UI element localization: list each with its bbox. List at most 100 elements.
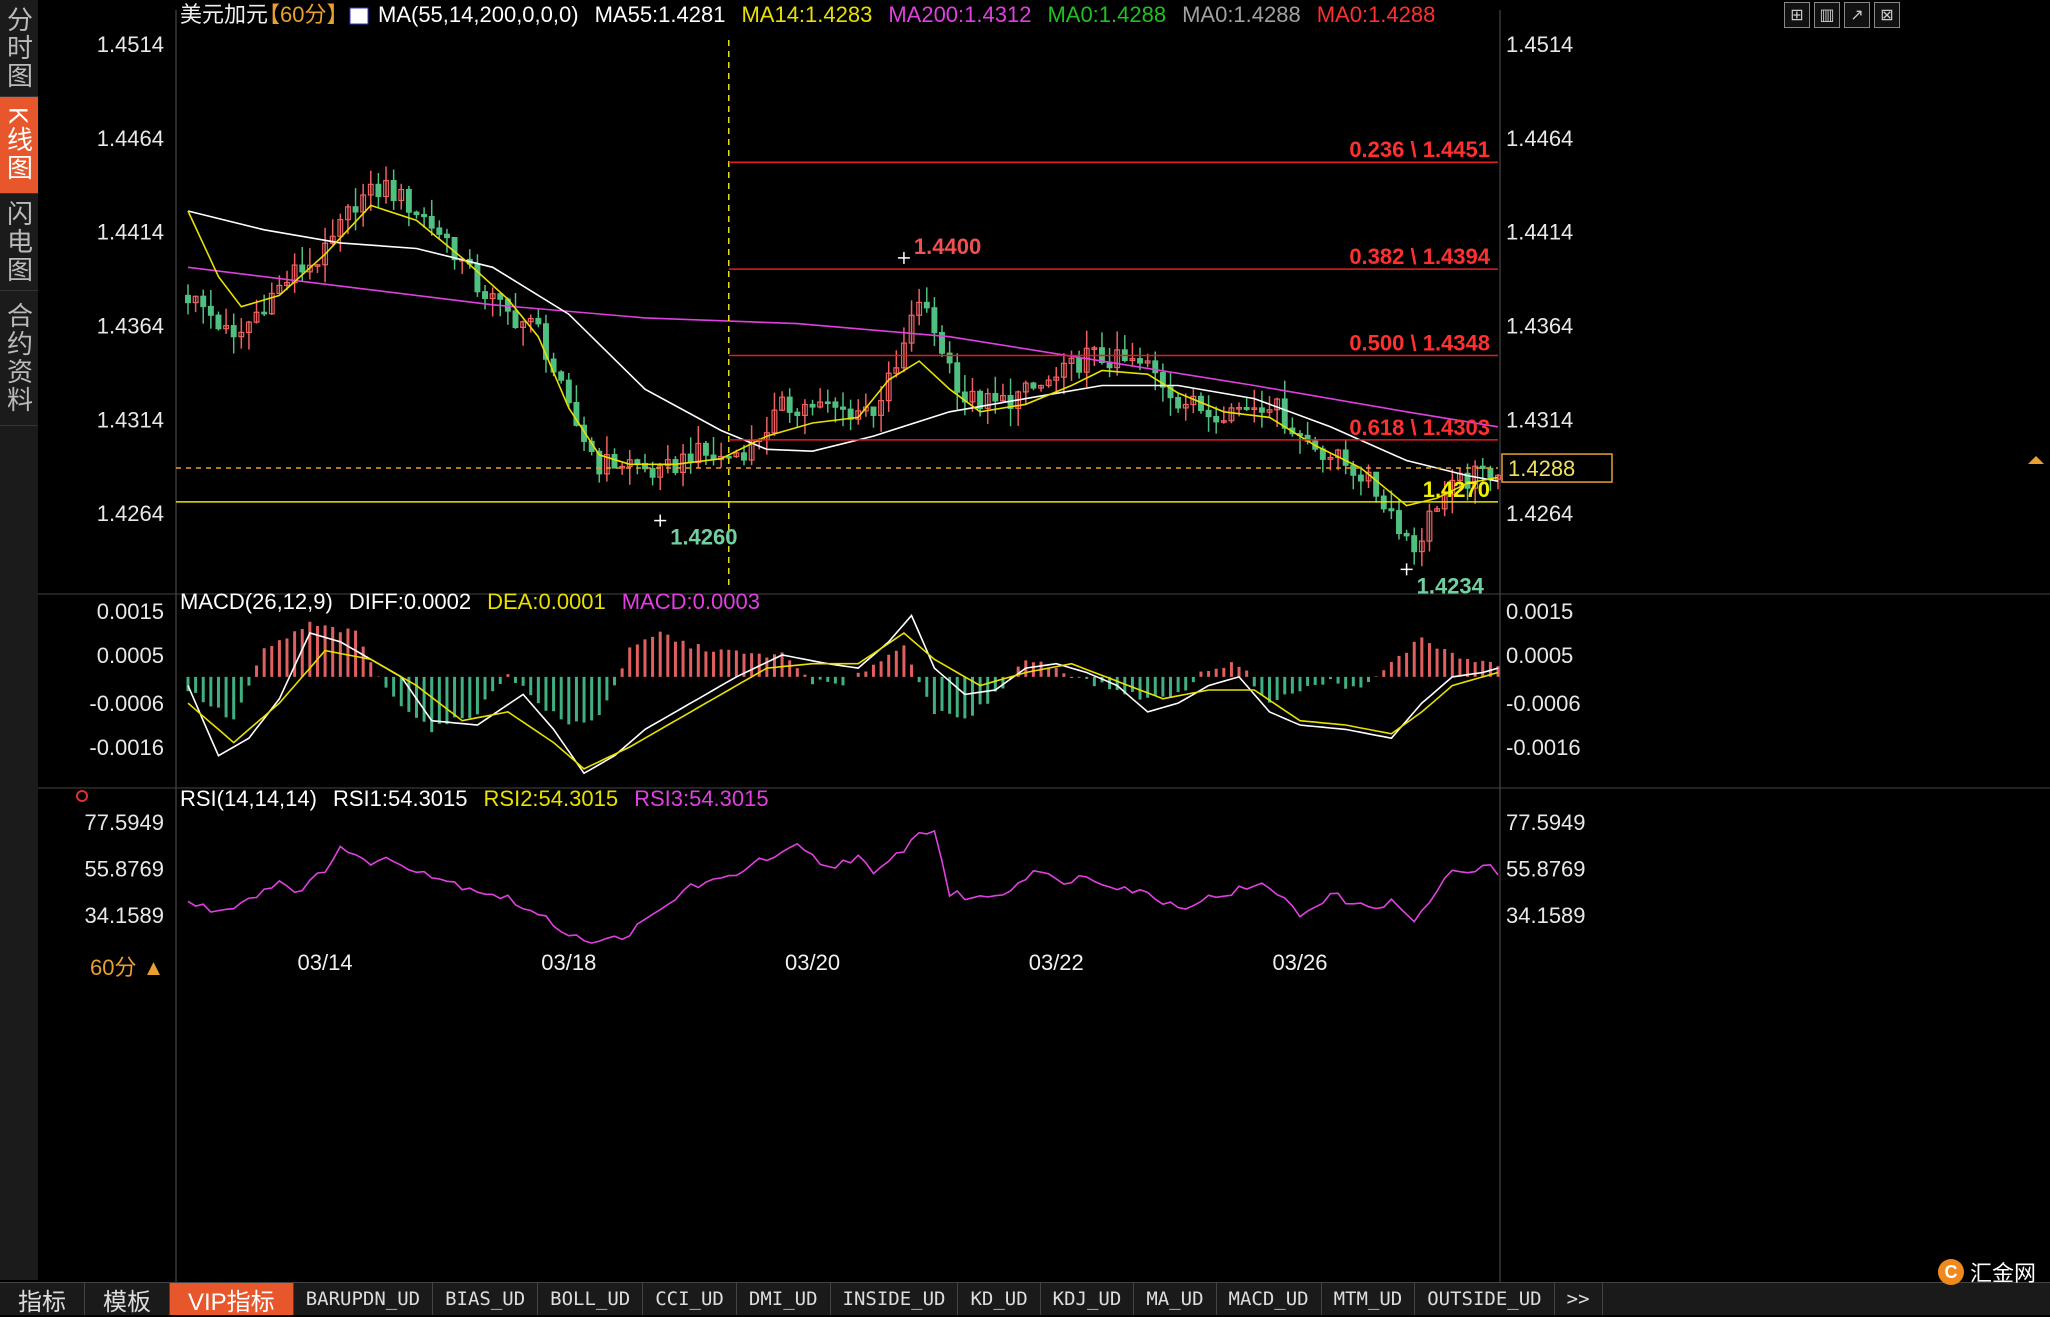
indicator-tab[interactable]: MA_UD [1134,1283,1217,1315]
indicator-tab[interactable]: KDJ_UD [1041,1283,1135,1315]
close-icon[interactable]: ⊠ [1874,2,1900,28]
rsi-legend-item: RSI3:54.3015 [634,786,769,811]
candle-body [428,216,435,229]
date-tick-label: 03/22 [1029,950,1084,975]
indicator-tab[interactable]: OUTSIDE_UD [1415,1283,1555,1315]
candle-body [1281,398,1288,429]
macd-dea-line [187,631,1499,770]
price-tick-label-left: 1.4264 [97,501,164,526]
candle-body [1137,358,1143,364]
period-label: 【60分】 [258,2,348,27]
indicator-tab[interactable]: MTM_UD [1322,1283,1416,1315]
candle-body [611,453,618,469]
fib-level-label: 0.382 \ 1.4394 [1349,244,1490,269]
chart-svg[interactable]: 1.4514 1.4514 1.4464 1.4464 1.4414 1.4414 1.43… [38,0,2050,1282]
price-tick-label-right: 1.4414 [1506,220,1573,245]
rsi-tick-label-right: 34.1589 [1506,903,1586,928]
rsi-tick-label-left: 34.1589 [84,903,164,928]
candle-body [535,317,542,325]
candle-body [1076,357,1083,373]
price-tick-label-left: 1.4464 [97,126,164,151]
candle-body [786,396,793,413]
candle-body [436,227,443,235]
indicator-main-tab[interactable]: 模板 [85,1283,170,1316]
candle-body [741,452,747,461]
ma-legend-item: MA0:1.4288 [1317,2,1436,27]
candle-body [443,233,450,239]
ma-legend-item: MA14:1.4283 [741,2,872,27]
indicator-main-tab[interactable]: VIP指标 [170,1283,294,1316]
price-tick-label-left: 1.4364 [97,313,164,338]
price-tick-label-right: 1.4264 [1506,501,1573,526]
candle-body [1342,449,1349,466]
sidebar-tab-flash[interactable]: 闪电图 [0,194,38,291]
candle-body [261,311,268,315]
macd-tick-label-right: 0.0015 [1506,599,1573,624]
rsi-legend-item: RSI2:54.3015 [484,786,619,811]
macd-legend-item: DIFF:0.0002 [349,589,471,614]
candle-body [870,406,877,416]
layout-icon[interactable]: ▥ [1814,2,1840,28]
indicator-tab[interactable]: DMI_UD [737,1283,831,1315]
sidebar-tab-contract-info[interactable]: 合约资料 [0,291,38,426]
date-tick-label: 03/26 [1272,950,1327,975]
macd-legend-item: MACD(26,12,9) [180,589,333,614]
rsi-tick-label-left: 55.8769 [84,857,164,882]
price-arrow-icon [2028,456,2044,465]
candle-body [1403,532,1410,537]
candle-body [200,295,207,308]
extreme-price-label: 1.4234 [1417,573,1485,598]
settings-icon[interactable] [76,790,88,802]
fib-level-label: 0.618 \ 1.4303 [1349,415,1490,440]
price-tick-label-left: 1.4414 [97,220,164,245]
ma-legend-item: MA200:1.4312 [888,2,1031,27]
period-selector: 60分 ▲ [90,955,164,980]
candle-body [185,294,191,304]
indicator-tab[interactable]: CCI_UD [643,1283,737,1315]
candle-body [390,180,397,202]
rsi-line [187,829,1499,944]
indicator-tab[interactable]: INSIDE_UD [831,1283,959,1315]
indicator-tab[interactable]: BARUPDN_UD [294,1283,434,1315]
brand: C 汇金网 [1937,1256,2036,1288]
candle-body [687,453,694,464]
sidebar-tab-kline[interactable]: K线图 [0,97,38,194]
candle-body [1175,396,1182,409]
indicator-tab[interactable]: BOLL_UD [538,1283,644,1315]
ma-legend-item: MA0:1.4288 [1182,2,1301,27]
macd-tick-label-left: -0.0006 [89,691,164,716]
extreme-price-label: 1.4400 [914,234,981,259]
ma-legend-item: MA(55,14,200,0,0,0) [378,2,579,27]
chart-area[interactable]: 1.4514 1.4514 1.4464 1.4464 1.4414 1.4414 1.43… [38,0,2050,1282]
indicator-tab[interactable]: >> [1555,1283,1603,1315]
candle-body [634,459,641,465]
candle-body [824,401,831,405]
candle-body [375,183,382,198]
candle-body [931,307,938,334]
candle-body [474,263,481,293]
candle-body [230,325,237,338]
candle-body [1396,510,1402,535]
indicator-tab[interactable]: MACD_UD [1217,1283,1322,1315]
date-tick-label: 03/20 [785,950,840,975]
line-chart-icon[interactable]: ↗ [1844,2,1870,28]
current-price-label: 1.4288 [1508,456,1575,481]
grid-icon[interactable]: ⊞ [1784,2,1810,28]
candle-body [352,206,359,213]
candle-body [421,213,428,218]
candle-body [649,468,656,478]
macd-tick-label-right: -0.0016 [1506,735,1581,760]
price-tick-label-right: 1.4314 [1506,407,1573,432]
indicator-main-tab[interactable]: 指标 [0,1283,85,1316]
price-tick-label-right: 1.4514 [1506,32,1573,57]
indicator-tab[interactable]: BIAS_UD [433,1283,539,1315]
indicator-tab[interactable]: KD_UD [958,1283,1041,1315]
candle-body [482,291,488,300]
candle-body [1030,382,1037,389]
support-line-label: 1.4270 [1423,477,1490,502]
sidebar-tab-timeshare[interactable]: 分时图 [0,0,38,97]
date-tick-label: 03/14 [298,950,353,975]
indicator-icon[interactable] [349,7,369,25]
price-tick-label-left: 1.4314 [97,407,164,432]
candle-body [992,393,999,402]
